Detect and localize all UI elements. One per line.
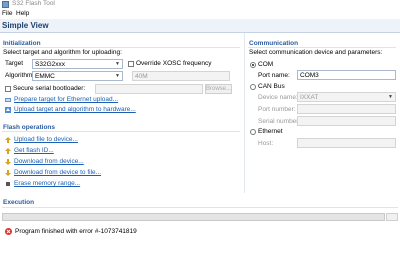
- xosc-frequency-input[interactable]: 40M: [132, 71, 230, 81]
- host-input[interactable]: [297, 138, 396, 148]
- execution-divider: [2, 207, 398, 208]
- chevron-down-icon: ▼: [115, 73, 120, 79]
- upload-hardware-icon: [5, 107, 11, 115]
- secure-bootloader-checkbox[interactable]: [5, 86, 11, 92]
- erase-memory-link[interactable]: Erase memory range...: [14, 180, 80, 187]
- target-select-value: S32G2xxx: [35, 61, 65, 68]
- app-icon: [2, 1, 9, 8]
- com-label: COM: [258, 61, 274, 68]
- view-title: Simple View: [2, 21, 49, 30]
- port-name-value: COM3: [300, 72, 319, 79]
- flash-divider: [2, 131, 240, 132]
- upload-target-link[interactable]: Upload target and algorithm to hardware.…: [14, 106, 136, 113]
- port-name-label: Port name:: [258, 72, 290, 79]
- chevron-down-icon: ▼: [115, 61, 120, 67]
- target-select[interactable]: S32G2xxx ▼: [32, 59, 123, 69]
- flash-heading: Flash operations: [3, 124, 56, 131]
- device-name-value: IXXAT: [300, 94, 319, 101]
- upload-file-link[interactable]: Upload file to device...: [14, 136, 78, 143]
- execution-side-control[interactable]: [386, 213, 398, 221]
- prepare-ethernet-link[interactable]: Prepare target for Ethernet upload...: [14, 96, 118, 103]
- init-heading: Initialization: [3, 40, 41, 47]
- secure-bootloader-path-input[interactable]: [95, 84, 203, 94]
- download-icon: [5, 159, 11, 167]
- chevron-down-icon: ▼: [388, 94, 393, 100]
- target-label: Target: [5, 60, 24, 67]
- upload-icon: [5, 137, 11, 145]
- browse-button[interactable]: Browse...: [205, 84, 232, 94]
- algorithm-label: Algorithm: [5, 72, 33, 79]
- can-bus-radio[interactable]: [250, 84, 256, 90]
- execution-heading: Execution: [3, 199, 35, 206]
- execution-status-line: Program finished with error #-1073741819: [0, 227, 390, 237]
- window-titlebar: S32 Flash Tool: [0, 0, 400, 9]
- algorithm-select[interactable]: EMMC ▼: [32, 71, 123, 81]
- download-device-link[interactable]: Download from device...: [14, 158, 84, 165]
- can-bus-label: CAN Bus: [258, 83, 285, 90]
- init-divider: [2, 47, 240, 48]
- com-radio[interactable]: [250, 62, 256, 68]
- comm-heading: Communication: [249, 40, 299, 47]
- override-xosc-label: Override XOSC frequency: [136, 60, 212, 67]
- ethernet-radio[interactable]: [250, 129, 256, 135]
- window-title: S32 Flash Tool: [12, 0, 55, 7]
- ethernet-label: Ethernet: [258, 128, 283, 135]
- device-name-label: Device name:: [258, 94, 298, 101]
- menu-help[interactable]: Help: [16, 10, 29, 17]
- init-subtitle: Select target and algorithm for uploadin…: [3, 49, 122, 56]
- panel-splitter[interactable]: [244, 33, 245, 193]
- download-file-icon: [5, 170, 11, 178]
- port-number-label: Port number:: [258, 106, 296, 113]
- view-header: Simple View: [0, 19, 400, 33]
- port-name-input[interactable]: COM3: [297, 70, 396, 80]
- get-flash-id-link[interactable]: Get flash ID...: [14, 147, 54, 154]
- execution-progress-bar: [2, 213, 385, 221]
- secure-bootloader-label: Secure serial bootloader:: [13, 85, 86, 92]
- error-icon: [5, 228, 12, 237]
- comm-subtitle: Select communication device and paramete…: [249, 49, 383, 56]
- erase-icon: [5, 181, 11, 189]
- download-to-file-link[interactable]: Download from device to file...: [14, 169, 101, 176]
- device-name-select[interactable]: IXXAT ▼: [297, 92, 396, 102]
- comm-divider: [248, 47, 396, 48]
- execution-error-text: Program finished with error #-1073741819: [15, 228, 137, 235]
- port-number-input[interactable]: [297, 104, 396, 114]
- serial-number-input[interactable]: [297, 116, 396, 126]
- algorithm-select-value: EMMC: [35, 73, 55, 80]
- ethernet-prepare-icon: [5, 97, 11, 105]
- menu-bar: File Help: [0, 9, 400, 19]
- host-label: Host:: [258, 140, 274, 147]
- serial-number-label: Serial number:: [258, 118, 301, 125]
- override-xosc-checkbox[interactable]: [128, 61, 134, 67]
- flash-id-icon: [5, 148, 11, 156]
- menu-file[interactable]: File: [2, 10, 12, 17]
- xosc-frequency-value: 40M: [135, 73, 148, 80]
